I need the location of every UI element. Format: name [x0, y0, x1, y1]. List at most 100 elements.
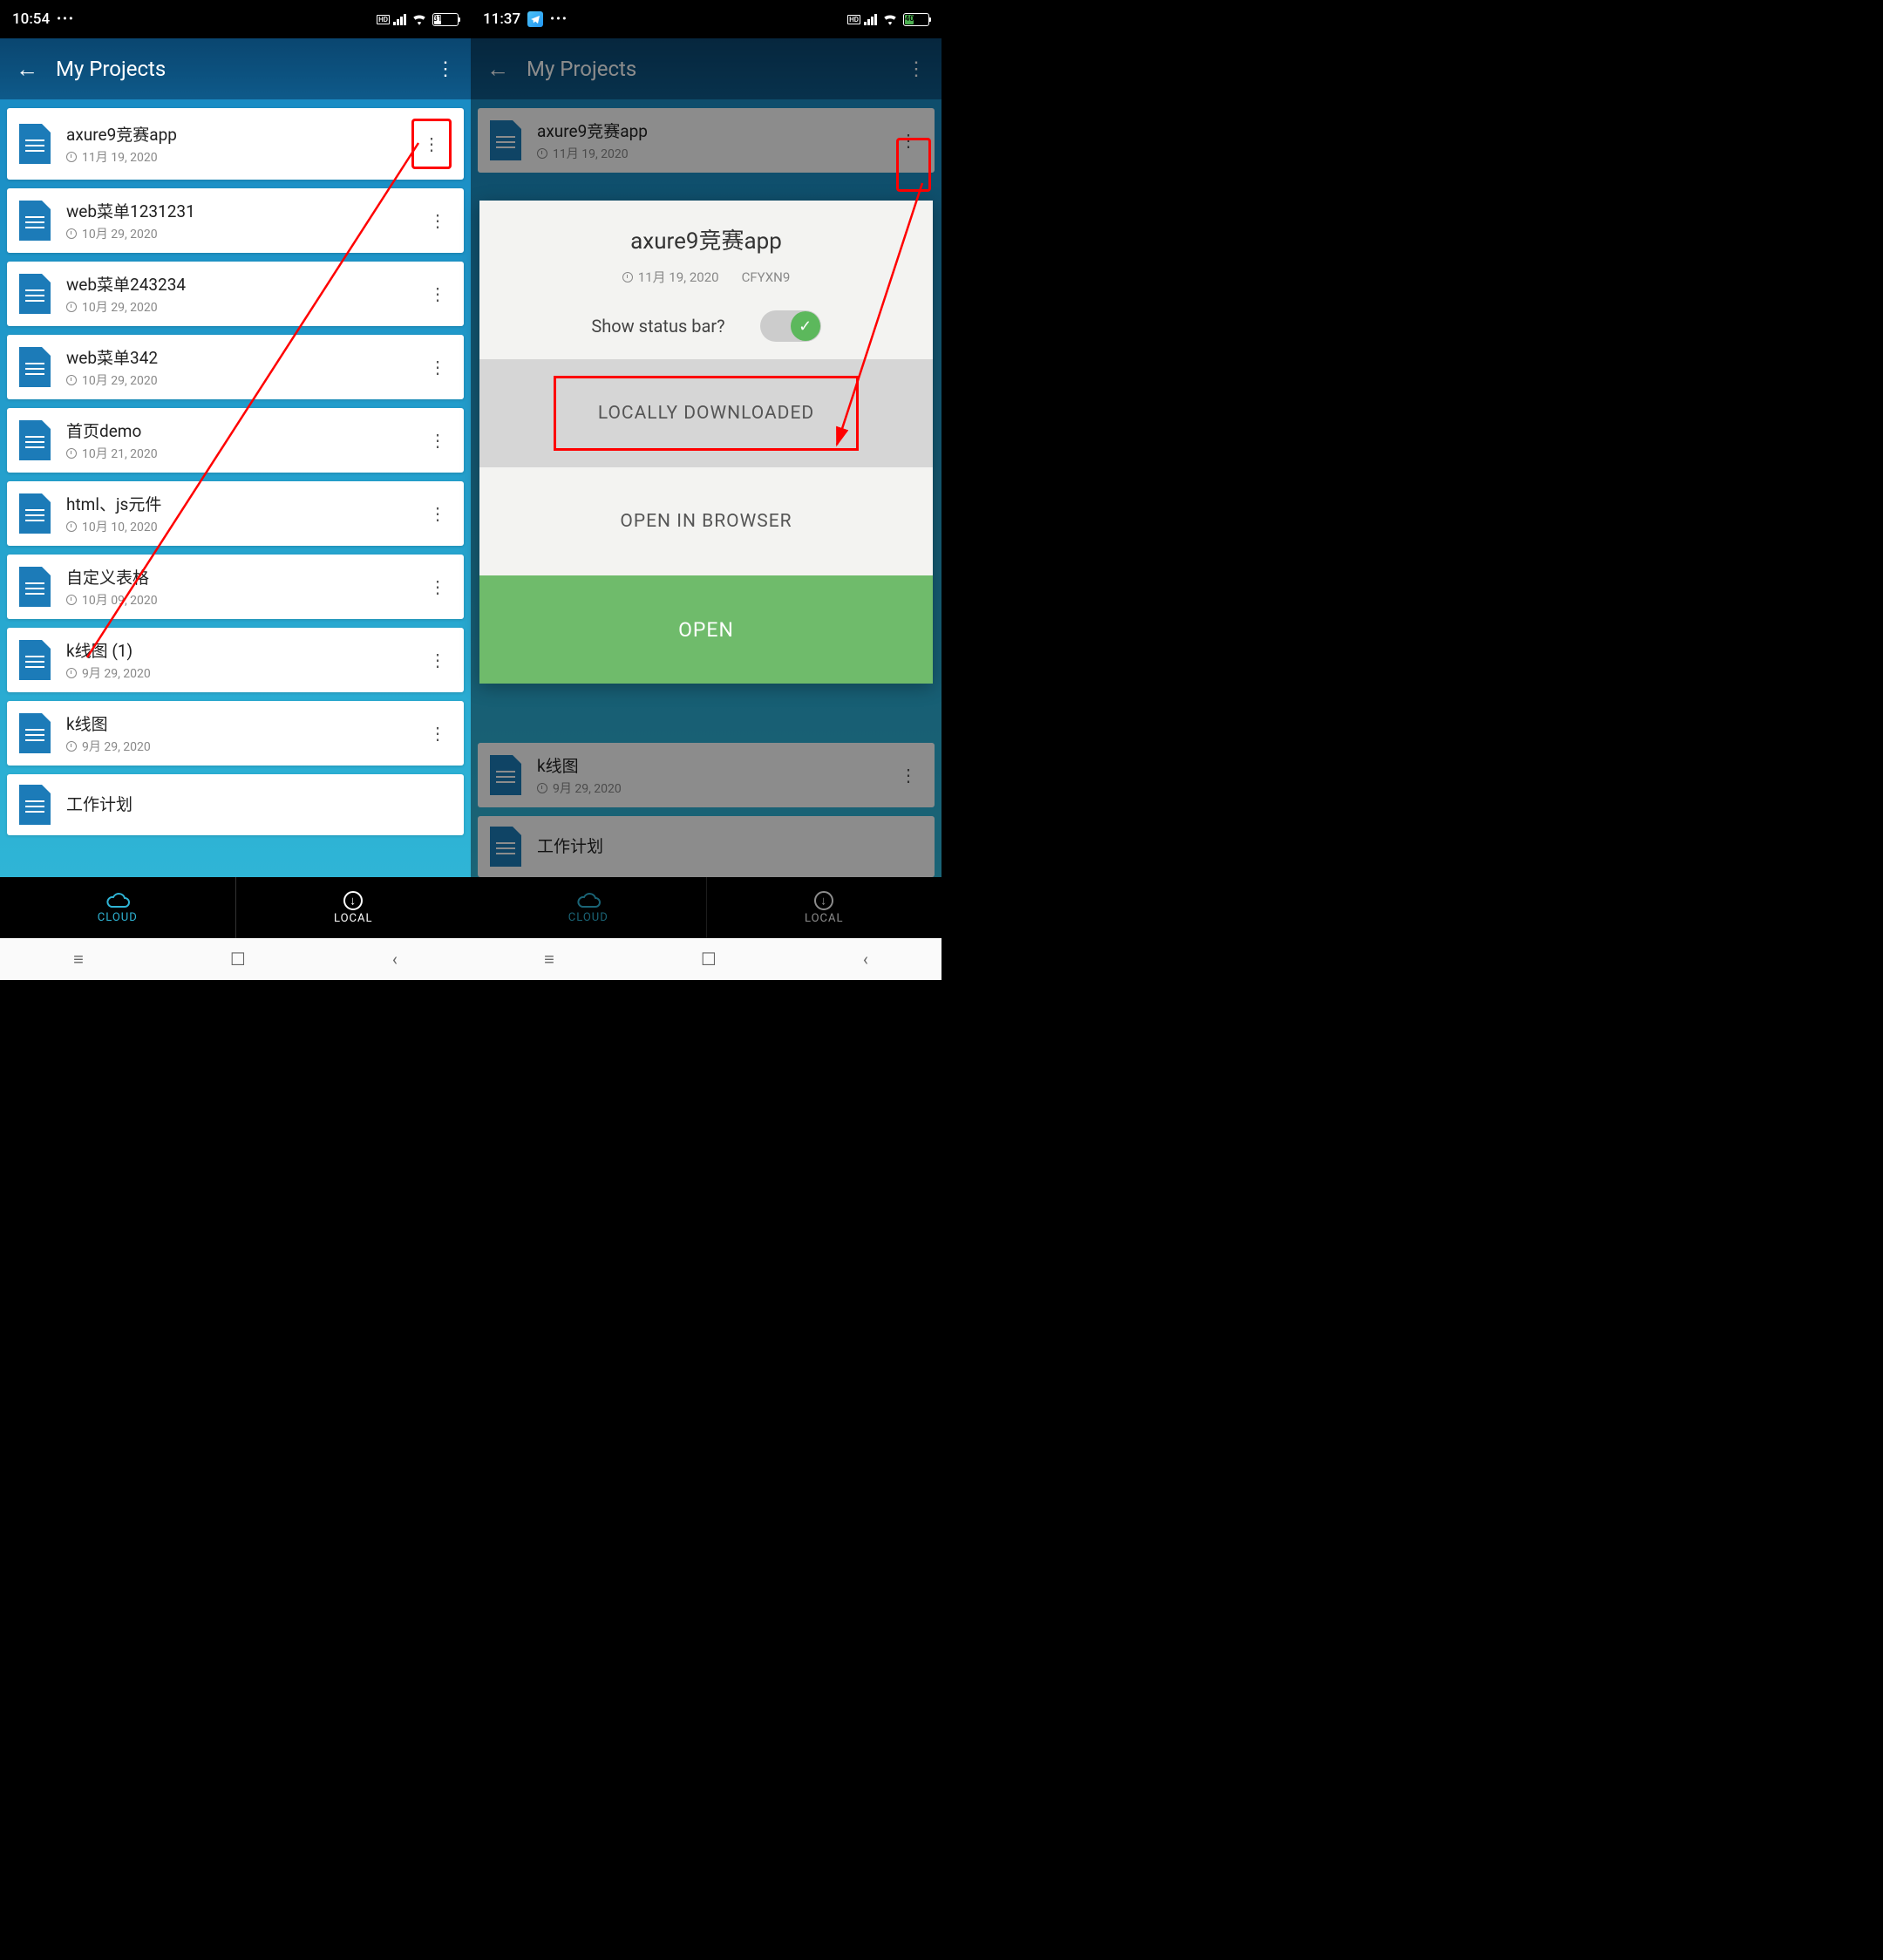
project-item[interactable]: html、js元件 10月 10, 2020 ⋮: [7, 481, 464, 546]
button-label: OPEN: [678, 618, 734, 642]
item-more-icon[interactable]: ⋮: [424, 723, 452, 744]
project-item[interactable]: web菜单243234 10月 29, 2020 ⋮: [7, 262, 464, 326]
status-bar: 11:37 ••• HD 40: [471, 0, 942, 38]
item-more-icon[interactable]: ⋮: [424, 357, 452, 378]
modal-meta: 11月 19, 2020 CFYXN9: [497, 268, 915, 286]
system-nav: ≡ ☐ ‹: [471, 938, 942, 980]
status-notch-icon: •••: [57, 12, 75, 26]
document-icon: [19, 347, 51, 387]
cloud-icon: [105, 892, 131, 909]
project-item[interactable]: axure9竞赛app 11月 19, 2020 ⋮: [7, 108, 464, 180]
clock-icon: [66, 375, 77, 385]
document-icon: [490, 827, 521, 867]
project-date: 10月 29, 2020: [66, 371, 408, 389]
clock-icon: [66, 152, 77, 162]
project-title: k线图: [537, 753, 879, 777]
annotation-box: [896, 138, 931, 192]
project-list[interactable]: axure9竞赛app 11月 19, 2020 ⋮ web菜单1231231 …: [0, 99, 471, 877]
project-item: k线图 9月 29, 2020 ⋮: [478, 743, 935, 807]
recent-apps-icon[interactable]: ≡: [544, 949, 554, 970]
signal-icon: [393, 13, 406, 25]
project-date: 10月 21, 2020: [66, 445, 408, 462]
item-more-icon[interactable]: ⋮: [424, 430, 452, 451]
page-title: My Projects: [527, 57, 907, 81]
hd-icon: HD: [377, 15, 390, 24]
nav-label: CLOUD: [568, 911, 608, 924]
project-title: 自定义表格: [66, 565, 408, 589]
wifi-icon: [882, 13, 898, 25]
project-date: 10月 29, 2020: [66, 298, 408, 316]
project-title: k线图 (1): [66, 638, 408, 662]
back-arrow-icon[interactable]: ←: [16, 56, 38, 83]
clock-icon: [66, 521, 77, 532]
document-icon: [19, 713, 51, 753]
download-icon: [343, 891, 363, 910]
project-item[interactable]: web菜单342 10月 29, 2020 ⋮: [7, 335, 464, 399]
nav-cloud[interactable]: CLOUD: [0, 877, 235, 938]
home-icon[interactable]: ☐: [230, 949, 246, 970]
open-button[interactable]: OPEN: [479, 575, 933, 684]
bottom-nav: CLOUD LOCAL: [471, 877, 942, 938]
modal-header: axure9竞赛app 11月 19, 2020 CFYXN9 Show sta…: [479, 201, 933, 359]
recent-apps-icon[interactable]: ≡: [73, 949, 84, 970]
project-item[interactable]: 工作计划: [7, 774, 464, 835]
battery-icon: 40: [903, 13, 929, 26]
back-icon[interactable]: ‹: [392, 949, 398, 970]
item-more-icon[interactable]: ⋮: [424, 503, 452, 524]
check-icon: ✓: [791, 311, 820, 341]
signal-icon: [864, 13, 877, 25]
nav-cloud[interactable]: CLOUD: [471, 877, 706, 938]
project-item[interactable]: 首页demo 10月 21, 2020 ⋮: [7, 408, 464, 473]
project-item[interactable]: k线图 (1) 9月 29, 2020 ⋮: [7, 628, 464, 692]
open-in-browser-button[interactable]: OPEN IN BROWSER: [479, 467, 933, 575]
project-item[interactable]: k线图 9月 29, 2020 ⋮: [7, 701, 464, 766]
document-icon: [19, 420, 51, 460]
document-icon: [19, 124, 51, 164]
app-header: ← My Projects ⋮: [471, 38, 942, 99]
item-more-icon[interactable]: ⋮: [411, 119, 452, 169]
status-time: 11:37: [483, 10, 520, 28]
status-notch-icon: •••: [550, 12, 568, 26]
clock-icon: [66, 741, 77, 752]
home-icon[interactable]: ☐: [701, 949, 717, 970]
back-arrow-icon[interactable]: ←: [486, 56, 509, 83]
back-icon[interactable]: ‹: [863, 949, 868, 970]
status-bar: 10:54 ••• HD 31: [0, 0, 471, 38]
status-bar-toggle-label: Show status bar?: [591, 316, 724, 337]
document-icon: [19, 274, 51, 314]
project-date: 9月 29, 2020: [66, 664, 408, 682]
item-more-icon[interactable]: ⋮: [424, 576, 452, 597]
project-title: 工作计划: [66, 792, 452, 815]
document-icon: [490, 755, 521, 795]
project-date: 11月 19, 2020: [66, 148, 396, 166]
header-more-icon[interactable]: ⋮: [907, 58, 926, 80]
clock-icon: [622, 272, 633, 282]
header-more-icon[interactable]: ⋮: [436, 58, 455, 80]
project-title: axure9竞赛app: [66, 122, 396, 146]
nav-label: LOCAL: [805, 912, 843, 925]
project-date: 10月 29, 2020: [66, 225, 408, 242]
page-title: My Projects: [56, 57, 436, 81]
nav-local[interactable]: LOCAL: [707, 877, 942, 938]
locally-downloaded-button[interactable]: LOCALLY DOWNLOADED: [479, 359, 933, 467]
document-icon: [19, 785, 51, 825]
project-item[interactable]: web菜单1231231 10月 29, 2020 ⋮: [7, 188, 464, 253]
download-icon: [814, 891, 833, 910]
project-date: 9月 29, 2020: [537, 779, 879, 797]
item-more-icon[interactable]: ⋮: [424, 283, 452, 304]
status-time: 10:54: [12, 10, 50, 28]
document-icon: [19, 493, 51, 534]
project-item[interactable]: 自定义表格 10月 09, 2020 ⋮: [7, 555, 464, 619]
app-header: ← My Projects ⋮: [0, 38, 471, 99]
project-title: k线图: [66, 711, 408, 735]
item-more-icon[interactable]: ⋮: [424, 210, 452, 231]
item-more-icon[interactable]: ⋮: [424, 650, 452, 670]
status-bar-toggle[interactable]: ✓: [760, 310, 821, 342]
phone-left: 10:54 ••• HD 31 ← My Projects ⋮ axure9竞赛…: [0, 0, 471, 980]
bottom-nav: CLOUD LOCAL: [0, 877, 471, 938]
nav-local[interactable]: LOCAL: [236, 877, 472, 938]
project-title: html、js元件: [66, 492, 408, 515]
clock-icon: [66, 448, 77, 459]
modal-code: CFYXN9: [742, 269, 791, 285]
clock-icon: [66, 302, 77, 312]
